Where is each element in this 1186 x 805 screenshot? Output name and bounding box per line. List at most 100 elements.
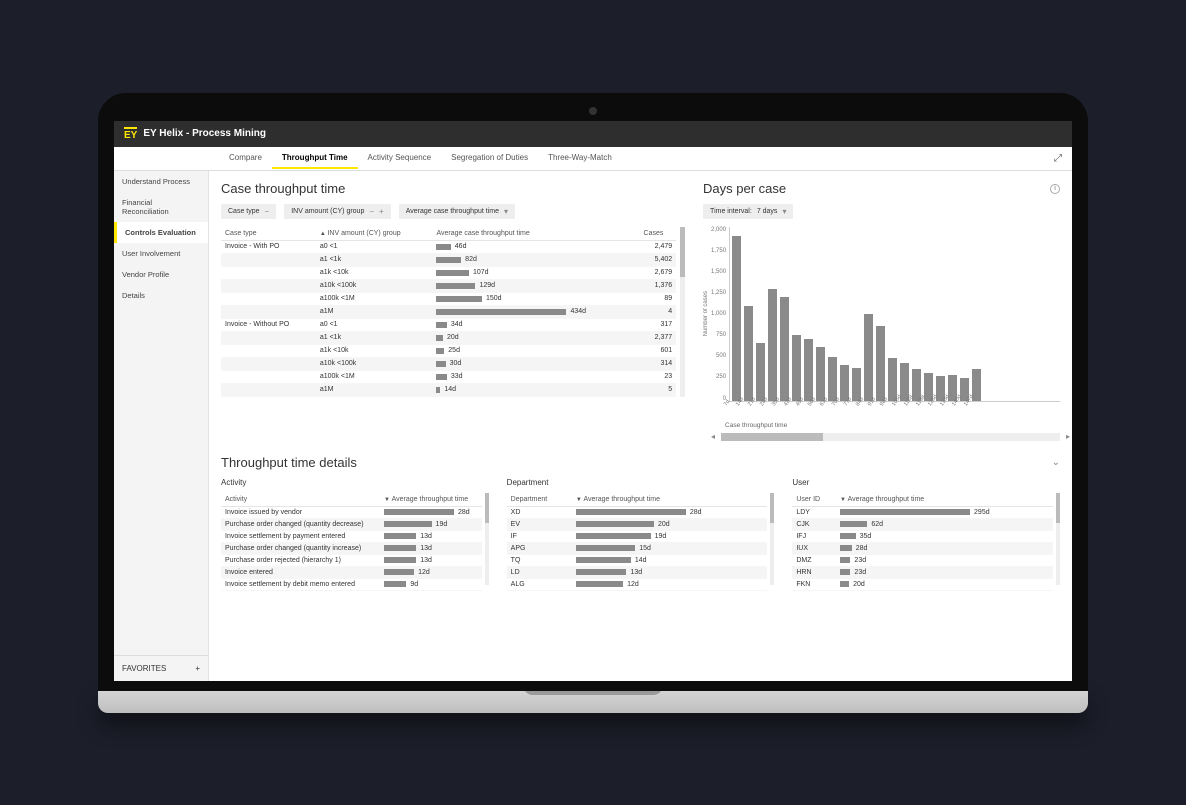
- table-row[interactable]: IF19d: [507, 530, 768, 542]
- sidebar-item-details[interactable]: Details: [114, 285, 208, 306]
- col-avg-tp[interactable]: Average throughput time: [380, 493, 482, 507]
- sidebar-item-financial-reconciliation[interactable]: Financial Reconciliation: [114, 192, 208, 222]
- pill-case-type[interactable]: Case type−: [221, 204, 276, 219]
- details-department-panel: Department Department Average throughput…: [507, 478, 775, 591]
- case-throughput-panel: Case throughput time Case type− INV amou…: [221, 181, 685, 441]
- laptop-frame: EY EY Helix - Process Mining CompareThro…: [98, 93, 1088, 713]
- table-row[interactable]: LDY295d: [792, 506, 1053, 518]
- table-row[interactable]: a1M434d4: [221, 305, 676, 318]
- tab-bar: CompareThroughput TimeActivity SequenceS…: [114, 147, 1072, 171]
- chart-bar[interactable]: [768, 289, 777, 400]
- col-case-type[interactable]: Case type: [221, 227, 316, 241]
- user-heading: User: [792, 478, 1060, 487]
- ey-logo: EY: [124, 127, 137, 141]
- chart-bar[interactable]: [864, 314, 873, 401]
- table-row[interactable]: a10k <100k30d314: [221, 357, 676, 370]
- minus-icon: −: [265, 207, 270, 216]
- vertical-scrollbar[interactable]: [770, 493, 774, 585]
- plus-icon[interactable]: +: [195, 664, 200, 673]
- col-avg-tp[interactable]: Average case throughput time: [432, 227, 639, 241]
- chevron-down-icon[interactable]: ⌄: [1052, 457, 1060, 468]
- expand-icon[interactable]: ⤢: [1054, 153, 1062, 164]
- x-axis-label: Case throughput time: [725, 422, 1060, 429]
- activity-heading: Activity: [221, 478, 489, 487]
- col-avg-tp[interactable]: Average throughput time: [572, 493, 768, 507]
- sidebar-item-user-involvement[interactable]: User Involvement: [114, 243, 208, 264]
- table-row[interactable]: IFJ35d: [792, 530, 1053, 542]
- plus-icon: +: [379, 207, 384, 216]
- y-axis: 2,0001,7501,5001,2501,0007505002500: [711, 227, 729, 402]
- table-row[interactable]: Purchase order changed (quantity decreas…: [221, 518, 482, 530]
- pill-measure[interactable]: Average case throughput time▾: [399, 204, 515, 219]
- chart-bar[interactable]: [828, 357, 837, 401]
- app-screen: EY EY Helix - Process Mining CompareThro…: [114, 121, 1072, 681]
- tab-activity-sequence[interactable]: Activity Sequence: [358, 148, 442, 169]
- tab-three-way-match[interactable]: Three-Way-Match: [538, 148, 622, 169]
- table-row[interactable]: a100k <1M33d23: [221, 370, 676, 383]
- sidebar-item-understand-process[interactable]: Understand Process: [114, 171, 208, 192]
- table-row[interactable]: EV20d: [507, 518, 768, 530]
- tab-compare[interactable]: Compare: [219, 148, 272, 169]
- info-icon[interactable]: i: [1050, 184, 1060, 194]
- table-row[interactable]: a1k <10k25d601: [221, 344, 676, 357]
- table-row[interactable]: APG15d: [507, 542, 768, 554]
- table-row[interactable]: TQ14d: [507, 554, 768, 566]
- table-row[interactable]: Invoice - Without POa0 <134d317: [221, 318, 676, 331]
- col-activity[interactable]: Activity: [221, 493, 380, 507]
- col-inv-group[interactable]: INV amount (CY) group: [316, 227, 433, 241]
- tab-segregation-of-duties[interactable]: Segregation of Duties: [441, 148, 538, 169]
- col-department[interactable]: Department: [507, 493, 572, 507]
- chart-bar[interactable]: [876, 326, 885, 400]
- pill-time-interval[interactable]: Time interval: 7 days ▾: [703, 204, 793, 219]
- table-row[interactable]: Invoice issued by vendor28d: [221, 506, 482, 518]
- table-row[interactable]: XD28d: [507, 506, 768, 518]
- pill-inv-group[interactable]: INV amount (CY) group−+: [284, 204, 391, 219]
- col-avg-tp[interactable]: Average throughput time: [836, 493, 1053, 507]
- chart-bar[interactable]: [732, 236, 741, 401]
- favorites-section[interactable]: FAVORITES +: [114, 655, 208, 681]
- table-row[interactable]: a1 <1k20d2,377: [221, 331, 676, 344]
- tab-throughput-time[interactable]: Throughput Time: [272, 148, 358, 169]
- table-row[interactable]: Invoice entered12d: [221, 566, 482, 578]
- chart-bar[interactable]: [840, 365, 849, 400]
- horizontal-scrollbar[interactable]: ◂ ▸: [721, 433, 1060, 441]
- col-cases[interactable]: Cases: [640, 227, 677, 241]
- table-row[interactable]: Purchase order rejected (hierarchy 1)13d: [221, 554, 482, 566]
- case-throughput-title: Case throughput time: [221, 181, 685, 196]
- table-row[interactable]: Invoice settlement by payment entered13d: [221, 530, 482, 542]
- bar-chart: Number of cases 2,0001,7501,5001,2501,00…: [703, 227, 1060, 402]
- table-row[interactable]: LD13d: [507, 566, 768, 578]
- chart-bar[interactable]: [780, 297, 789, 400]
- table-row[interactable]: DMZ23d: [792, 554, 1053, 566]
- favorites-label: FAVORITES: [122, 664, 166, 673]
- table-row[interactable]: ALG12d: [507, 578, 768, 590]
- table-row[interactable]: Purchase order changed (quantity increas…: [221, 542, 482, 554]
- table-row[interactable]: a1k <10k107d2,679: [221, 266, 676, 279]
- table-row[interactable]: Invoice settlement by debit memo entered…: [221, 578, 482, 590]
- chart-bar[interactable]: [888, 358, 897, 401]
- vertical-scrollbar[interactable]: [680, 227, 685, 397]
- sidebar-item-vendor-profile[interactable]: Vendor Profile: [114, 264, 208, 285]
- table-row[interactable]: CJK62d: [792, 518, 1053, 530]
- chart-bar[interactable]: [756, 343, 765, 401]
- col-user-id[interactable]: User ID: [792, 493, 836, 507]
- table-row[interactable]: HRN23d: [792, 566, 1053, 578]
- activity-table: Activity Average throughput time Invoice…: [221, 493, 482, 591]
- chart-bar[interactable]: [792, 335, 801, 401]
- chart-bar[interactable]: [816, 347, 825, 401]
- vertical-scrollbar[interactable]: [1056, 493, 1060, 585]
- table-row[interactable]: FKN20d: [792, 578, 1053, 590]
- sidebar-item-controls-evaluation[interactable]: Controls Evaluation: [114, 222, 208, 243]
- arrow-right-icon: ▸: [1066, 432, 1070, 441]
- table-row[interactable]: a10k <100k129d1,376: [221, 279, 676, 292]
- table-row[interactable]: IUX28d: [792, 542, 1053, 554]
- chart-bar[interactable]: [744, 306, 753, 401]
- table-row[interactable]: Invoice - With POa0 <146d2,479: [221, 240, 676, 253]
- chart-bars: [729, 227, 1060, 402]
- table-row[interactable]: a100k <1M150d89: [221, 292, 676, 305]
- chevron-down-icon: ▾: [504, 207, 508, 216]
- vertical-scrollbar[interactable]: [485, 493, 489, 585]
- chart-bar[interactable]: [804, 339, 813, 401]
- table-row[interactable]: a1M14d5: [221, 383, 676, 396]
- table-row[interactable]: a1 <1k82d5,402: [221, 253, 676, 266]
